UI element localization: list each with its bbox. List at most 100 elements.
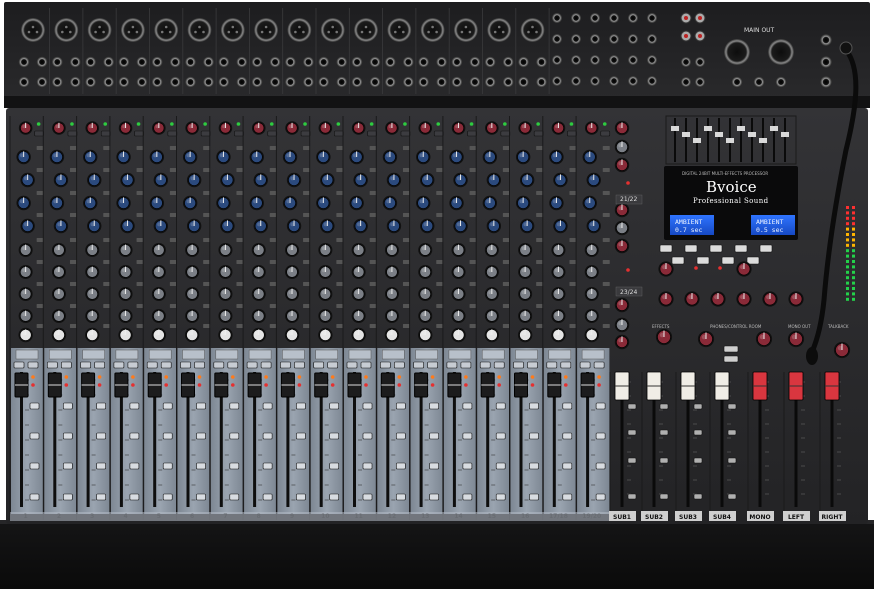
- xlr-input-jack[interactable]: [487, 18, 512, 42]
- routing-button[interactable]: [29, 493, 40, 501]
- effect-return-knob[interactable]: [614, 238, 630, 254]
- master-fader-cap[interactable]: [614, 371, 630, 401]
- gain-knob[interactable]: [152, 121, 166, 135]
- solo-button[interactable]: [260, 361, 272, 369]
- routing-button[interactable]: [429, 462, 439, 470]
- eq-knob[interactable]: [116, 149, 131, 165]
- eq-knob[interactable]: [153, 218, 169, 234]
- aux-send-knob[interactable]: [118, 309, 133, 323]
- gain-knob[interactable]: [451, 121, 466, 135]
- line-input-jack[interactable]: [118, 56, 130, 68]
- routing-button[interactable]: [129, 462, 140, 470]
- eq-knob[interactable]: [182, 195, 198, 211]
- aux-send-knob[interactable]: [551, 265, 566, 279]
- hpf-button[interactable]: [134, 130, 144, 137]
- aux-send-knob[interactable]: [218, 265, 233, 279]
- aux-send-knob[interactable]: [484, 309, 499, 323]
- hpf-button[interactable]: [400, 130, 411, 137]
- aux-send-knob[interactable]: [251, 265, 266, 279]
- routing-button[interactable]: [262, 462, 273, 470]
- gain-knob[interactable]: [218, 121, 233, 135]
- eq-knob[interactable]: [549, 195, 564, 211]
- routing-button[interactable]: [96, 493, 106, 501]
- hpf-button[interactable]: [200, 130, 211, 137]
- tape-jack[interactable]: [680, 76, 692, 88]
- hpf-button[interactable]: [267, 130, 278, 137]
- gain-knob[interactable]: [584, 121, 599, 135]
- insert-jack[interactable]: [236, 56, 248, 68]
- channel-fader[interactable]: [514, 372, 528, 398]
- gain-knob[interactable]: [551, 121, 566, 135]
- insert-jack[interactable]: [203, 76, 214, 88]
- aux-jack[interactable]: [570, 54, 582, 66]
- gain-knob[interactable]: [118, 121, 133, 135]
- routing-button[interactable]: [395, 432, 406, 440]
- direct-out-jack[interactable]: [351, 76, 363, 88]
- source-button[interactable]: [723, 355, 739, 363]
- routing-button[interactable]: [693, 429, 703, 436]
- pan-knob[interactable]: [584, 327, 599, 343]
- pan-knob[interactable]: [551, 327, 566, 343]
- mute-button[interactable]: [346, 361, 358, 369]
- mute-button[interactable]: [113, 361, 125, 369]
- aux-send-knob[interactable]: [285, 309, 300, 323]
- graphic-eq-slider[interactable]: [748, 132, 756, 137]
- master-fader-cap[interactable]: [752, 371, 768, 401]
- master-fader-cap[interactable]: [680, 371, 696, 401]
- graphic-eq-slider[interactable]: [726, 138, 734, 143]
- aux-send-knob[interactable]: [451, 287, 466, 301]
- routing-button[interactable]: [395, 493, 406, 501]
- aux-jack[interactable]: [627, 75, 639, 87]
- insert-jack[interactable]: [269, 56, 281, 68]
- effect-return-knob[interactable]: [614, 202, 630, 218]
- solo-button[interactable]: [427, 361, 438, 369]
- graphic-eq-slider[interactable]: [737, 126, 745, 131]
- graphic-eq-slider[interactable]: [770, 126, 778, 131]
- line-input-jack[interactable]: [318, 56, 330, 68]
- aux-send-knob[interactable]: [584, 243, 599, 257]
- routing-button[interactable]: [659, 403, 669, 410]
- eq-knob[interactable]: [149, 195, 165, 211]
- gain-knob[interactable]: [485, 121, 499, 135]
- xlr-input-jack[interactable]: [54, 18, 79, 42]
- hpf-button[interactable]: [533, 130, 544, 137]
- xlr-input-jack[interactable]: [120, 18, 145, 42]
- main-out-right-xlr[interactable]: [768, 39, 794, 65]
- master-fader-cap[interactable]: [824, 371, 840, 401]
- aux-send-knob[interactable]: [384, 309, 399, 323]
- line-input-jack[interactable]: [85, 56, 97, 68]
- solo-button[interactable]: [94, 361, 105, 369]
- routing-button[interactable]: [262, 432, 273, 440]
- aux-send-knob[interactable]: [351, 243, 366, 257]
- channel-fader[interactable]: [380, 372, 395, 398]
- program-button[interactable]: [759, 244, 773, 253]
- line-input-jack[interactable]: [518, 56, 529, 68]
- insert-jack[interactable]: [469, 76, 481, 88]
- aux-send-knob[interactable]: [518, 243, 533, 257]
- eq-knob[interactable]: [582, 195, 597, 211]
- master-fader-cap[interactable]: [714, 371, 730, 401]
- mute-button[interactable]: [46, 361, 58, 369]
- insert-jack[interactable]: [269, 76, 281, 88]
- direct-out-jack[interactable]: [318, 76, 330, 88]
- channel-fader[interactable]: [81, 372, 96, 398]
- channel-fader[interactable]: [181, 372, 195, 398]
- aux-send-knob[interactable]: [484, 243, 499, 257]
- xlr-input-jack[interactable]: [220, 18, 245, 42]
- routing-button[interactable]: [659, 429, 669, 436]
- direct-out-jack[interactable]: [218, 76, 230, 88]
- routing-button[interactable]: [362, 493, 373, 501]
- channel-fader[interactable]: [247, 372, 262, 398]
- pan-knob[interactable]: [251, 327, 266, 343]
- insert-jack[interactable]: [236, 76, 248, 88]
- aux-jack[interactable]: [589, 54, 601, 66]
- routing-button[interactable]: [62, 462, 73, 470]
- effect-return-knob[interactable]: [614, 317, 630, 333]
- line-input-jack[interactable]: [51, 56, 63, 68]
- pan-knob[interactable]: [418, 327, 433, 343]
- aux-send-knob[interactable]: [418, 309, 433, 323]
- aux-send-knob[interactable]: [551, 287, 566, 301]
- effects-level-knob[interactable]: [736, 261, 752, 277]
- program-button[interactable]: [721, 256, 735, 265]
- aux-send-knob[interactable]: [584, 287, 599, 301]
